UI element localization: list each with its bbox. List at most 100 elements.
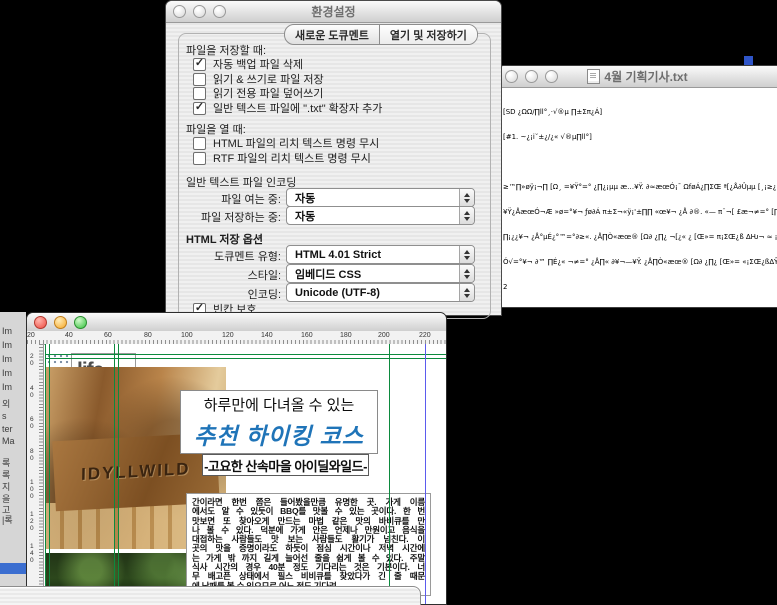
popup-label-saving-files: 파일 저장하는 중:	[181, 209, 281, 225]
checkbox-icon[interactable]	[193, 73, 206, 86]
popup-opening-files[interactable]: 자동	[286, 188, 475, 207]
checkbox-label: 일반 텍스트 파일에 ".txt" 확장자 추가	[213, 100, 382, 116]
text-document-content[interactable]: [SD ¿ΩΩ/∏ll°¸·√®μ ∏±Σπ¿Á] [#1. ~¿¡i˘±¿/¿…	[498, 88, 777, 308]
ruler-number: 60	[30, 416, 35, 430]
popup-value: 자동	[287, 208, 459, 224]
ruler-number: 140	[261, 332, 273, 339]
tab-open-and-save[interactable]: 열기 및 저장하기	[379, 25, 477, 44]
ruler-number: 180	[340, 332, 352, 339]
popup-saving-files[interactable]: 자동	[286, 206, 475, 225]
checkbox-overwrite-readonly[interactable]: 읽기 전용 파일 덮어쓰기	[193, 85, 323, 101]
ruler-number: 120	[30, 511, 35, 532]
horizontal-guide	[45, 358, 447, 359]
plaintext-encoding-header: 일반 텍스트 파일 인코딩	[186, 174, 296, 190]
checkbox-icon[interactable]	[193, 87, 206, 100]
dialog-titlebar[interactable]: 환경설정	[166, 1, 501, 23]
foreground-window-top-edge[interactable]	[0, 586, 421, 605]
window-title-group: 4월 기획기사.txt	[498, 68, 777, 85]
checkbox-icon[interactable]: ✓	[193, 58, 206, 71]
checkbox-delete-backup[interactable]: ✓ 자동 백업 파일 삭제	[193, 56, 303, 72]
checkbox-icon[interactable]	[193, 137, 206, 150]
horizontal-ruler: 20 40 60 80 100 120 140 160 180 200 220	[27, 331, 446, 345]
body-text-frame[interactable]: 간이라면 한번 쯤은 들어봤을만큼 유명한 곳. 가게 이름 에서도 알 수 있…	[186, 493, 431, 596]
background-window-strip: Im Im Im Im Im 외 s ter Ma 록 록 지 을 고 |록	[0, 312, 26, 605]
ruler-number: 40	[65, 332, 73, 339]
subtitle-frame[interactable]: -고요한 산속마을 아이딜와일드-	[202, 454, 369, 476]
ruler-number: 100	[30, 479, 35, 500]
ruler-number: 80	[30, 448, 35, 462]
headline-kicker: 하루만에 다녀올 수 있는	[204, 394, 355, 415]
html-save-options-header: HTML 저장 옵션	[186, 231, 263, 247]
checkbox-label: 읽기 전용 파일 덮어쓰기	[213, 85, 323, 101]
checkbox-icon[interactable]: ✓	[193, 102, 206, 115]
ruler-number: 120	[222, 332, 234, 339]
window-title: 4월 기획기사.txt	[604, 68, 687, 85]
strip-fragment: Im	[2, 382, 12, 392]
checkbox-ignore-rtf-rich-text[interactable]: RTF 파일의 리치 텍스트 명령 무시	[193, 150, 371, 166]
checkbox-ignore-html-rich-text[interactable]: HTML 파일의 리치 텍스트 명령 무시	[193, 135, 379, 151]
vertical-guide	[389, 344, 390, 605]
minimize-button[interactable]	[54, 316, 67, 329]
popup-arrows-icon	[459, 284, 474, 301]
subtitle-text: -고요한 산속마을 아이딜와일드-	[204, 456, 367, 475]
ruler-number: 20	[27, 332, 35, 339]
strip-fragment: Im	[2, 368, 12, 378]
checkbox-append-txt-extension[interactable]: ✓ 일반 텍스트 파일에 ".txt" 확장자 추가	[193, 100, 382, 116]
tab-new-document[interactable]: 새로운 도큐멘트	[285, 25, 379, 44]
ruler-number: 140	[30, 543, 35, 564]
text-line: ¥Ÿ¿ÅæœÓ¬Æ »ø=°¥¬ ƒø∂Á π±Σ¬«ÿ¡'±∏∏ «œ¥¬ ¿…	[503, 208, 775, 216]
text-line: [#1. ~¿¡i˘±¿/¿« √®μ∏ll°]	[503, 133, 775, 141]
popup-value: HTML 4.01 Strict	[287, 249, 459, 261]
popup-arrows-icon	[459, 189, 474, 206]
checkbox-icon[interactable]	[193, 152, 206, 165]
dialog-title: 환경설정	[166, 3, 501, 20]
ruler-number: 160	[301, 332, 313, 339]
text-line: 2	[503, 283, 775, 291]
popup-label-encoding: 인코딩:	[181, 286, 281, 302]
popup-arrows-icon	[459, 207, 474, 224]
vertical-ruler: 20 40 60 80 100 120 140	[27, 344, 44, 605]
desktop: Im Im Im Im Im 외 s ter Ma 록 록 지 을 고 |록 4…	[0, 0, 777, 605]
strip-fragment: Im	[2, 354, 12, 364]
text-window-titlebar[interactable]: 4월 기획기사.txt	[498, 66, 777, 88]
popup-label-opening-files: 파일 여는 중:	[181, 191, 281, 207]
popup-arrows-icon	[459, 265, 474, 282]
text-document-window: 4월 기획기사.txt [SD ¿ΩΩ/∏ll°¸·√®μ ∏±Σπ¿Á] [#…	[497, 65, 777, 308]
vertical-guide	[114, 344, 115, 605]
checkbox-label: 자동 백업 파일 삭제	[213, 56, 303, 72]
ruler-number: 20	[30, 353, 35, 367]
strip-fragment: Im	[2, 326, 12, 336]
text-line: [SD ¿ΩΩ/∏ll°¸·√®μ ∏±Σπ¿Á]	[503, 108, 775, 116]
zoom-button[interactable]	[74, 316, 87, 329]
headline-frame[interactable]: 하루만에 다녀올 수 있는 추천 하이킹 코스	[180, 390, 378, 454]
page-canvas[interactable]: life IDYLLWILD 하루만에 다녀올 수 있는 추천 하이킹 코스 -	[45, 344, 447, 605]
strip-fragment: Im	[2, 340, 12, 350]
layout-window-titlebar[interactable]	[27, 313, 446, 332]
document-icon	[587, 69, 600, 84]
close-button[interactable]	[34, 316, 47, 329]
strip-fragment: |록	[2, 513, 13, 526]
strip-fragment: s	[2, 411, 7, 421]
horizontal-guide	[45, 354, 447, 355]
vertical-guide	[118, 344, 119, 605]
ruler-number: 80	[144, 332, 152, 339]
window-controls	[34, 316, 87, 329]
vertical-guide	[49, 344, 50, 605]
selected-row-highlight[interactable]	[0, 563, 26, 574]
headline-main: 추천 하이킹 코스	[194, 417, 364, 451]
strip-fragment: 외	[2, 397, 10, 410]
ruler-number: 200	[378, 332, 390, 339]
popup-document-type[interactable]: HTML 4.01 Strict	[286, 245, 475, 264]
strip-fragment: ter	[2, 424, 13, 434]
popup-style[interactable]: 임베디드 CSS	[286, 264, 475, 283]
strip-fragment: Ma	[2, 436, 15, 446]
text-line: Ó√=°¥¬ ∂™ ∏É¿« ¬≠=° ¿Å∏« ∂¥¬—¥Ÿ. ¿Å∏Ò«æœ…	[503, 258, 775, 266]
text-line	[503, 158, 775, 166]
ruler-number: 220	[419, 332, 431, 339]
ruler-number: 100	[181, 332, 193, 339]
ruler-number: 60	[104, 332, 112, 339]
page-layout-window: 20 40 60 80 100 120 140 160 180 200 220 …	[26, 312, 447, 605]
checkbox-label: HTML 파일의 리치 텍스트 명령 무시	[213, 135, 379, 151]
popup-encoding[interactable]: Unicode (UTF-8)	[286, 283, 475, 302]
popup-arrows-icon	[459, 246, 474, 263]
